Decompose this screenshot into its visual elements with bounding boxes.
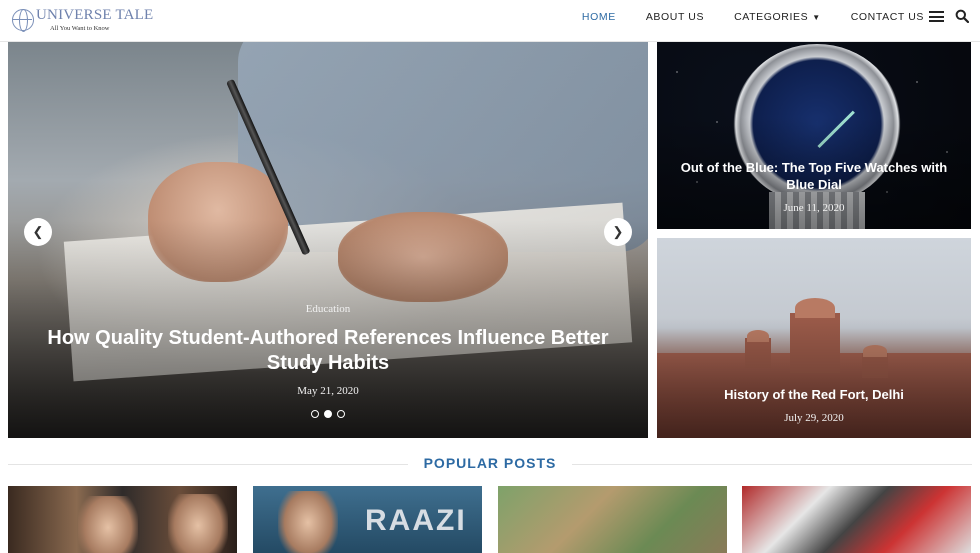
hamburger-icon[interactable]: [929, 11, 944, 22]
featured-date: June 11, 2020: [783, 202, 845, 214]
popular-post-thumb[interactable]: [8, 486, 237, 553]
featured-card-red-fort[interactable]: History of the Red Fort, Delhi July 29, …: [657, 238, 971, 438]
slide-date: May 21, 2020: [297, 385, 359, 397]
slider-dot[interactable]: [337, 410, 345, 418]
slider-dots: [8, 410, 648, 418]
featured-title[interactable]: Out of the Blue: The Top Five Watches wi…: [667, 159, 961, 193]
featured-title[interactable]: History of the Red Fort, Delhi: [667, 386, 961, 403]
featured-card-watches[interactable]: Out of the Blue: The Top Five Watches wi…: [657, 42, 971, 229]
chevron-left-icon: ❮: [32, 224, 44, 239]
nav-contact-us[interactable]: CONTACT US: [851, 11, 924, 23]
logo-tagline: All You Want to Know: [50, 24, 110, 32]
slider-next-button[interactable]: ❯: [604, 218, 632, 246]
thumb-caption: RAAZI: [365, 504, 467, 537]
chevron-right-icon: ❯: [612, 224, 624, 239]
nav-home[interactable]: HOME: [582, 11, 616, 23]
popular-post-thumb[interactable]: [498, 486, 727, 553]
nav-categories[interactable]: CATEGORIES ▼: [734, 11, 821, 23]
search-icon[interactable]: [955, 9, 969, 23]
main-nav: HOME ABOUT US CATEGORIES ▼ CONTACT US: [552, 0, 924, 34]
site-logo[interactable]: UNIVERSE TALE All You Want to Know: [12, 2, 153, 38]
slider-prev-button[interactable]: ❮: [24, 218, 52, 246]
slider-dot-active[interactable]: [324, 410, 332, 418]
featured-date: July 29, 2020: [784, 412, 844, 424]
hero-slider[interactable]: ❮ ❯ Education How Quality Student-Author…: [8, 42, 648, 438]
popular-post-thumb[interactable]: [742, 486, 971, 553]
popular-post-thumb[interactable]: RAAZI: [253, 486, 482, 553]
popular-posts-heading: POPULAR POSTS: [423, 455, 557, 471]
slide-title[interactable]: How Quality Student-Authored References …: [38, 326, 618, 376]
slider-dot[interactable]: [311, 410, 319, 418]
nav-about-us[interactable]: ABOUT US: [646, 11, 704, 23]
slide-category[interactable]: Education: [8, 303, 648, 315]
site-header: UNIVERSE TALE All You Want to Know HOME …: [0, 0, 980, 42]
chevron-down-icon: ▼: [812, 12, 821, 22]
globe-icon: [12, 9, 34, 32]
logo-title: UNIVERSE TALE: [36, 6, 154, 23]
